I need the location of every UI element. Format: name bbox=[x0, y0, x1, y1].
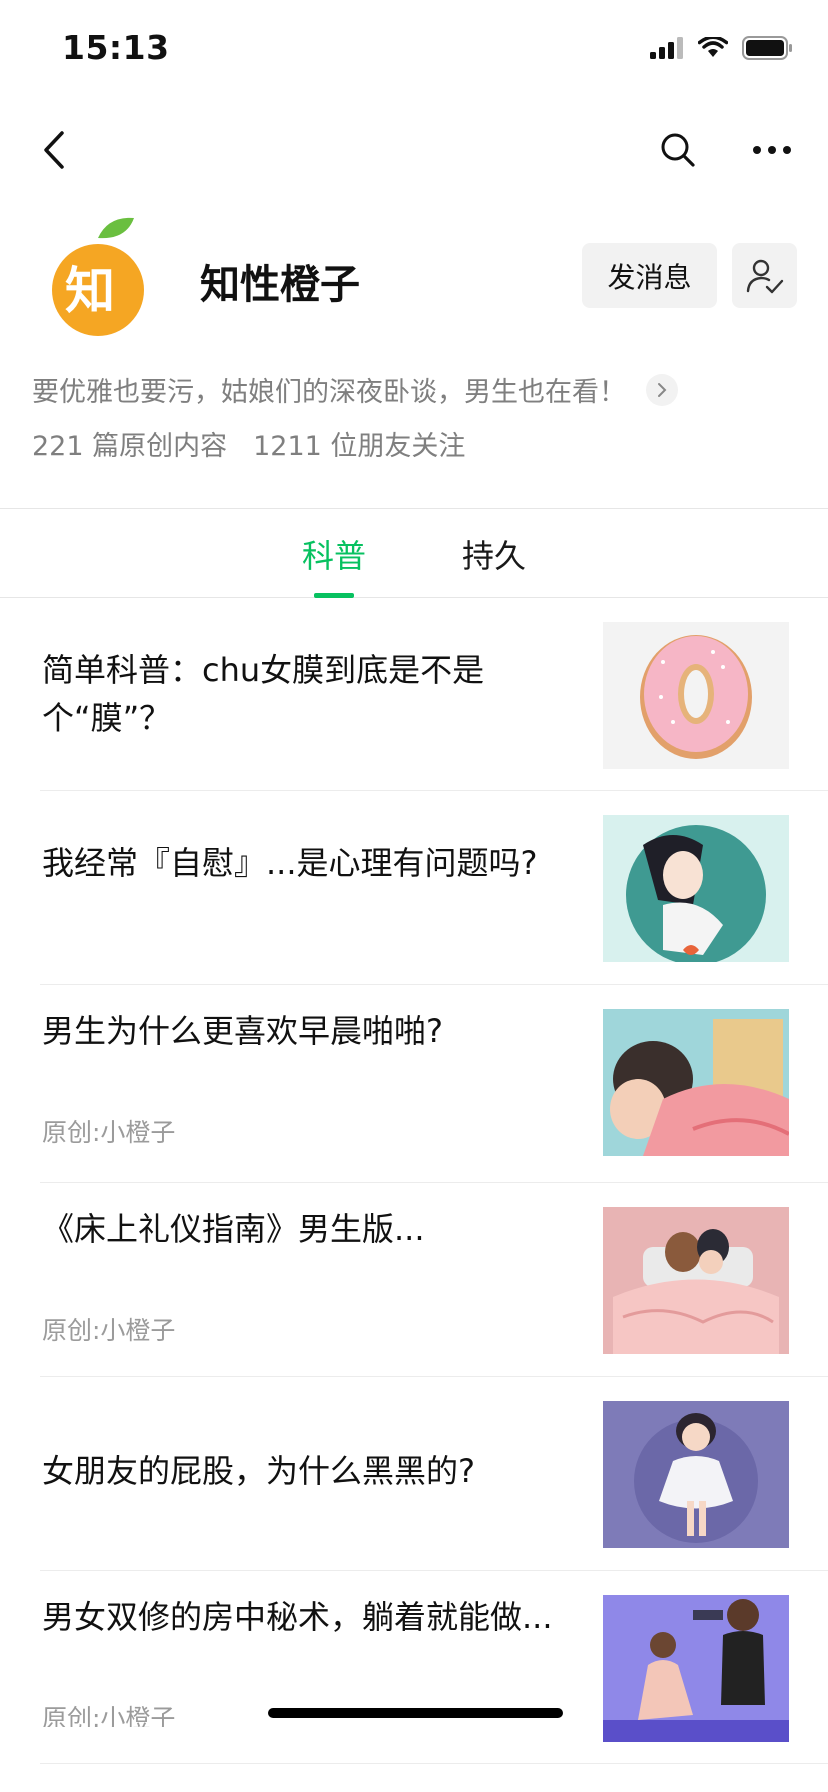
chevron-left-icon bbox=[44, 131, 64, 169]
signal-icon bbox=[650, 37, 683, 59]
wifi-icon bbox=[698, 37, 728, 57]
follow-button[interactable] bbox=[732, 243, 797, 308]
article-title: 简单科普：chu女膜到底是不是个“膜”？ bbox=[42, 651, 485, 737]
home-indicator bbox=[268, 1708, 563, 1718]
status-icons bbox=[650, 36, 794, 60]
search-icon bbox=[661, 133, 695, 167]
nav-bar bbox=[0, 100, 828, 200]
original-count: 221 篇原创内容 bbox=[32, 431, 228, 462]
account-name: 知性橙子 bbox=[200, 262, 360, 308]
article-title: 我经常『自慰』...是心理有问题吗? bbox=[42, 844, 538, 882]
status-time: 15:13 bbox=[62, 28, 170, 67]
article-title: 男女双修的房中秘术，躺着就能做... bbox=[42, 1598, 553, 1636]
article-source: 原创:小橙子 bbox=[42, 1316, 176, 1345]
article-item[interactable]: 我经常『自慰』...是心理有问题吗? bbox=[0, 791, 828, 985]
avatar[interactable]: 知 bbox=[50, 214, 150, 340]
send-message-button[interactable]: 发消息 bbox=[582, 243, 717, 308]
article-list: 简单科普：chu女膜到底是不是个“膜”？ 我经常『自慰』...是心理有问题吗? bbox=[0, 598, 828, 1764]
tab-kepu[interactable]: 科普 bbox=[302, 531, 366, 577]
article-source: 原创:小橙子 bbox=[42, 1118, 176, 1147]
article-item[interactable]: 《床上礼仪指南》男生版... 原创:小橙子 bbox=[0, 1183, 828, 1377]
search-button[interactable] bbox=[650, 122, 706, 178]
article-thumbnail bbox=[603, 815, 789, 962]
donut-image bbox=[640, 635, 752, 759]
category-tabs: 科普 持久 bbox=[0, 508, 828, 598]
article-item[interactable]: 男女双修的房中秘术，躺着就能做... 原创:小橙子 bbox=[0, 1571, 828, 1764]
account-stats: 221 篇原创内容 1211 位朋友关注 bbox=[32, 424, 465, 463]
article-source: 原创:小橙子 bbox=[42, 1704, 176, 1727]
more-button[interactable] bbox=[740, 122, 804, 178]
account-profile: 知 知性橙子 发消息 要优雅也要污，姑娘们的深夜卧谈，男生也在看！ 221 篇原… bbox=[0, 200, 828, 508]
article-title: 《床上礼仪指南》男生版... bbox=[42, 1210, 425, 1248]
status-bar: 15:13 bbox=[0, 0, 828, 100]
back-button[interactable] bbox=[26, 122, 82, 178]
illustration-image bbox=[610, 1019, 789, 1156]
article-item[interactable]: 女朋友的屁股，为什么黑黑的? bbox=[0, 1377, 828, 1571]
tab-chijiu[interactable]: 持久 bbox=[462, 531, 526, 577]
illustration-image bbox=[634, 1413, 758, 1543]
article-thumbnail bbox=[603, 622, 789, 769]
article-thumbnail bbox=[603, 1401, 789, 1548]
follower-count: 1211 位朋友关注 bbox=[253, 431, 466, 462]
article-title: 女朋友的屁股，为什么黑黑的? bbox=[42, 1452, 475, 1490]
account-description: 要优雅也要污，姑娘们的深夜卧谈，男生也在看！ bbox=[32, 377, 626, 408]
article-item[interactable]: 简单科普：chu女膜到底是不是个“膜”？ bbox=[0, 598, 828, 791]
chevron-right-icon bbox=[646, 373, 678, 406]
avatar-letter: 知 bbox=[65, 262, 115, 320]
illustration-image bbox=[626, 825, 766, 962]
account-description-row[interactable]: 要优雅也要污，姑娘们的深夜卧谈，男生也在看！ bbox=[32, 370, 678, 409]
article-item[interactable]: 男生为什么更喜欢早晨啪啪? 原创:小橙子 bbox=[0, 985, 828, 1183]
user-check-icon bbox=[746, 259, 783, 293]
battery-icon bbox=[742, 36, 792, 60]
article-thumbnail bbox=[603, 1595, 789, 1742]
illustration-image bbox=[613, 1229, 779, 1354]
article-thumbnail bbox=[603, 1009, 789, 1156]
article-title: 男生为什么更喜欢早晨啪啪? bbox=[42, 1012, 443, 1050]
more-dots-icon bbox=[753, 146, 791, 154]
article-thumbnail bbox=[603, 1207, 789, 1354]
illustration-image bbox=[603, 1599, 789, 1742]
